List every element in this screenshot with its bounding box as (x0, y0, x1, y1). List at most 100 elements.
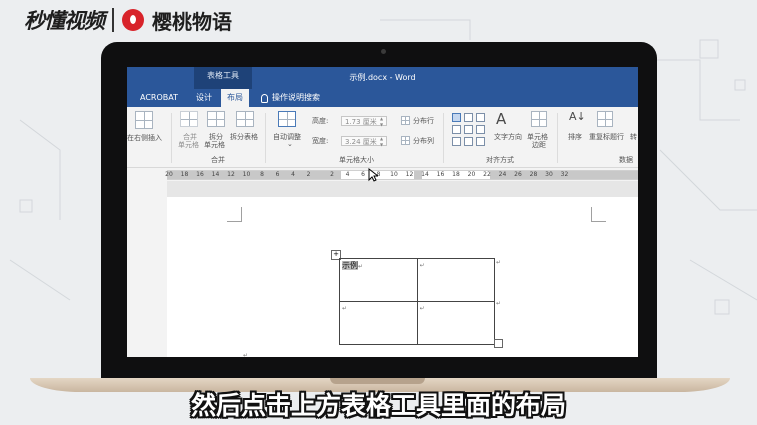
ruler-tick-label: 2 (330, 171, 334, 178)
paragraph-mark: ↵ (342, 305, 348, 312)
align-top-right-icon[interactable] (476, 113, 485, 122)
ruler-tick-label: 4 (291, 171, 295, 178)
ruler-tick-label: 24 (498, 171, 507, 178)
group-cell-size-label: 单元格大小 (339, 156, 374, 164)
height-input[interactable]: 1.73 厘米 (341, 116, 387, 128)
table-cell[interactable]: ↵ (339, 301, 418, 345)
paragraph-mark: ↵ (419, 305, 425, 312)
table-cell[interactable]: ↵ (416, 258, 496, 302)
tab-acrobat[interactable]: ACROBAT (135, 89, 183, 107)
sort-icon[interactable]: A↓ (569, 110, 586, 123)
split-table-icon[interactable] (236, 111, 254, 127)
ribbon-layout: 在右侧插入 合并 单元格 拆分 单元格 拆分表格 合并 自动调整 ⌄ 高度: 1… (127, 107, 638, 168)
video-subtitle: 然后点击上方表格工具里面的布局 (190, 391, 566, 420)
width-input[interactable]: 3.24 厘米 (341, 136, 387, 148)
horizontal-ruler: 20 18 16 14 12 10 8 6 4 2 2 4 6 8 10 12 14 16 18 20 22 24 26 28… (165, 170, 638, 180)
cell-margins-label-2[interactable]: 边距 (532, 140, 546, 150)
row-end-mark: ↵ (496, 259, 502, 266)
document-title: 示例.docx - Word (349, 73, 416, 82)
cell-margins-icon[interactable] (531, 111, 547, 127)
brand-header: 秒懂视频 樱桃物语 (24, 4, 232, 36)
text-direction-icon[interactable]: A (496, 110, 506, 128)
split-table-button[interactable]: 拆分表格 (230, 132, 258, 142)
tab-design[interactable]: 设计 (191, 89, 217, 107)
ruler-left-margin (167, 171, 341, 179)
ruler-tick-label: 12 (405, 171, 414, 178)
group-separator (557, 113, 558, 163)
camera-icon (381, 49, 386, 54)
tab-layout[interactable]: 布局 (221, 89, 249, 107)
merge-cells-label-2: 单元格 (178, 141, 199, 149)
table-resize-handle-icon[interactable] (494, 339, 503, 348)
text-direction-button[interactable]: 文字方向 (494, 132, 522, 142)
repeat-header-button[interactable]: 重复标题行 (589, 132, 624, 142)
ruler-tick-label: 2 (306, 171, 311, 178)
autofit-icon[interactable] (278, 111, 296, 127)
sort-button[interactable]: 排序 (568, 132, 582, 142)
align-top-center-icon[interactable] (464, 113, 473, 122)
ruler-tick-label: 16 (436, 171, 445, 178)
table-cell[interactable]: 示例↵ (339, 258, 418, 302)
group-separator (443, 113, 444, 163)
autofit-dropdown-icon[interactable]: ⌄ (287, 140, 293, 148)
margin-corner-top-right (591, 207, 606, 222)
ruler-tick-label: 10 (242, 171, 251, 178)
ruler-tick-label: 12 (227, 171, 235, 178)
align-bottom-center-icon[interactable] (464, 137, 473, 146)
word-window: 表格工具 示例.docx - Word ACROBAT 设计 布局 操作说明搜索… (127, 67, 638, 357)
paragraph-mark: ↵ (243, 352, 249, 357)
lightbulb-icon (261, 93, 268, 103)
distribute-rows-icon[interactable] (401, 116, 410, 125)
split-cells-icon[interactable] (207, 111, 225, 127)
ruler-tick-label: 32 (560, 171, 569, 178)
table-cell[interactable]: ↵ (416, 301, 496, 345)
split-cells-label-2[interactable]: 单元格 (204, 140, 225, 150)
insert-right-icon[interactable] (135, 111, 153, 129)
margin-corner-top-left (227, 207, 242, 222)
word-table[interactable]: 示例↵ ↵ ↵ ↵ (339, 258, 496, 345)
tell-me-search[interactable]: 操作说明搜索 (261, 89, 341, 107)
document-area: + 示例↵ ↵ ↵ ↵ ↵ ↵ ↵ (167, 181, 638, 357)
ruler-tick-label: 10 (390, 171, 398, 178)
paragraph-mark: ↵ (419, 262, 425, 269)
group-merge-label: 合并 (211, 156, 225, 164)
group-data-label: 数据 (619, 156, 633, 164)
partner-name: 樱桃物语 (152, 9, 232, 34)
ruler-tick-label: 18 (452, 171, 460, 178)
title-bar: 表格工具 示例.docx - Word (127, 67, 638, 89)
ruler-tick-label: 14 (421, 171, 429, 178)
cell-text-selected[interactable]: 示例 (342, 261, 358, 270)
group-separator (171, 113, 172, 163)
ruler-tick-label: 4 (345, 171, 350, 178)
ruler-tick-label: 6 (361, 171, 365, 178)
ruler-tick-label: 20 (467, 171, 476, 178)
document-page: + 示例↵ ↵ ↵ ↵ ↵ ↵ ↵ (167, 197, 638, 357)
distribute-cols-button[interactable]: 分布列 (413, 136, 434, 146)
merge-cells-icon (180, 111, 198, 127)
ruler-tick-label: 16 (196, 171, 204, 178)
align-middle-center-icon[interactable] (464, 125, 473, 134)
align-middle-right-icon[interactable] (476, 125, 485, 134)
align-middle-left-icon[interactable] (452, 125, 461, 134)
repeat-header-icon[interactable] (597, 111, 613, 127)
row-end-mark: ↵ (496, 300, 502, 307)
insert-right-button[interactable]: 在右侧插入 (127, 133, 162, 143)
distribute-cols-icon[interactable] (401, 136, 410, 145)
height-label: 高度: (312, 117, 329, 125)
ruler-tick-label: 28 (529, 171, 538, 178)
ruler-tick-label: 8 (260, 171, 264, 178)
group-alignment-label: 对齐方式 (486, 156, 514, 164)
ruler-tick-label: 14 (211, 171, 220, 178)
align-top-left-icon[interactable] (452, 113, 461, 122)
align-bottom-right-icon[interactable] (476, 137, 485, 146)
laptop-notch (330, 378, 425, 384)
align-bottom-left-icon[interactable] (452, 137, 461, 146)
cherry-icon (122, 9, 144, 31)
width-label: 宽度: (312, 137, 329, 145)
mouse-cursor-icon (368, 168, 378, 182)
ruler-tick-label: 30 (545, 171, 553, 178)
convert-button[interactable]: 转 (630, 132, 637, 142)
ruler-tick-label: 26 (514, 171, 522, 178)
ruler-tick-label: 18 (180, 171, 189, 178)
distribute-rows-button[interactable]: 分布行 (413, 116, 434, 126)
